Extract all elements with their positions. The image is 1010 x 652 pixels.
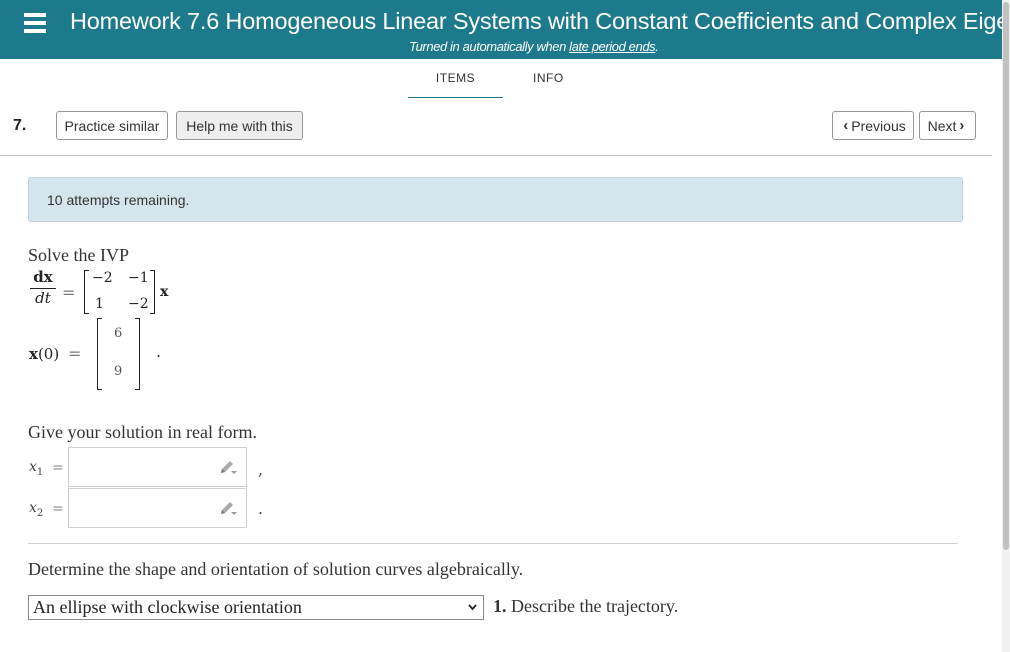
chevron-left-icon: ‹ — [843, 117, 849, 134]
matrix-right-bracket — [150, 270, 155, 314]
tab-items[interactable]: ITEMS — [408, 71, 503, 98]
chevron-down-icon — [468, 604, 477, 611]
tab-info[interactable]: INFO — [533, 71, 564, 85]
next-button[interactable]: Next › — [919, 111, 976, 140]
question-number: 7. — [13, 117, 27, 134]
matrix-entry: −2 — [92, 270, 113, 286]
scrollbar-thumb[interactable] — [1003, 2, 1009, 550]
derivative-denominator: dt — [35, 289, 51, 307]
scrollbar[interactable] — [1002, 0, 1010, 652]
assignment-subtitle: Turned in automatically when late period… — [409, 39, 659, 54]
derivative-numerator: dx — [33, 268, 53, 286]
period: . — [156, 342, 162, 361]
selected-option: An ellipse with clockwise orientation — [33, 597, 302, 617]
trajectory-select[interactable]: An ellipse with clockwise orientation — [28, 595, 484, 620]
comma: , — [258, 460, 264, 479]
attempts-banner: 10 attempts remaining. — [28, 177, 963, 222]
pencil-icon[interactable] — [218, 459, 238, 477]
header-bar: Homework 7.6 Homogeneous Linear Systems … — [0, 0, 1002, 59]
pencil-icon[interactable] — [218, 500, 238, 518]
problem-intro: Solve the IVP — [28, 245, 129, 265]
period: . — [258, 499, 264, 518]
section-divider — [28, 543, 958, 544]
answer-input-x2[interactable] — [68, 488, 247, 528]
describe-trajectory-label: 1. Describe the trajectory. — [493, 596, 679, 616]
shape-prompt: Determine the shape and orientation of s… — [28, 559, 524, 579]
equals-sign: = — [52, 460, 64, 476]
equals-sign: = — [52, 501, 64, 517]
matrix-left-bracket — [84, 270, 89, 314]
assignment-title: Homework 7.6 Homogeneous Linear Systems … — [70, 8, 1002, 34]
vector-entry: 6 — [114, 326, 123, 341]
help-me-button[interactable]: Help me with this — [176, 111, 303, 140]
derivative-fraction: dx dt — [30, 268, 56, 307]
previous-button[interactable]: ‹ Previous — [832, 111, 914, 140]
practice-similar-button[interactable]: Practice similar — [56, 111, 168, 140]
matrix-entry: −2 — [128, 296, 149, 312]
equals-sign: = — [68, 344, 82, 363]
matrix-entry: 1 — [95, 296, 104, 312]
attempts-text: 10 attempts remaining. — [47, 192, 190, 208]
toolbar-divider — [0, 155, 992, 156]
vector-left-bracket — [97, 318, 102, 390]
vector-entry: 9 — [114, 364, 123, 379]
equals-sign: = — [62, 283, 76, 302]
previous-label: Previous — [851, 117, 906, 134]
next-label: Next — [927, 117, 957, 134]
chevron-right-icon: › — [959, 117, 965, 134]
answer-input-x1[interactable] — [68, 447, 247, 487]
real-form-prompt: Give your solution in real form. — [28, 422, 257, 442]
matrix-entry: −1 — [128, 270, 149, 286]
late-period-link[interactable]: late period ends — [569, 39, 656, 54]
hamburger-icon[interactable] — [24, 13, 46, 33]
vector-x: x — [160, 284, 169, 300]
vector-right-bracket — [135, 318, 140, 390]
initial-condition-label: x(0) — [29, 345, 60, 363]
answer-label-x1: x1 — [29, 459, 44, 478]
answer-label-x2: x2 — [29, 500, 44, 519]
